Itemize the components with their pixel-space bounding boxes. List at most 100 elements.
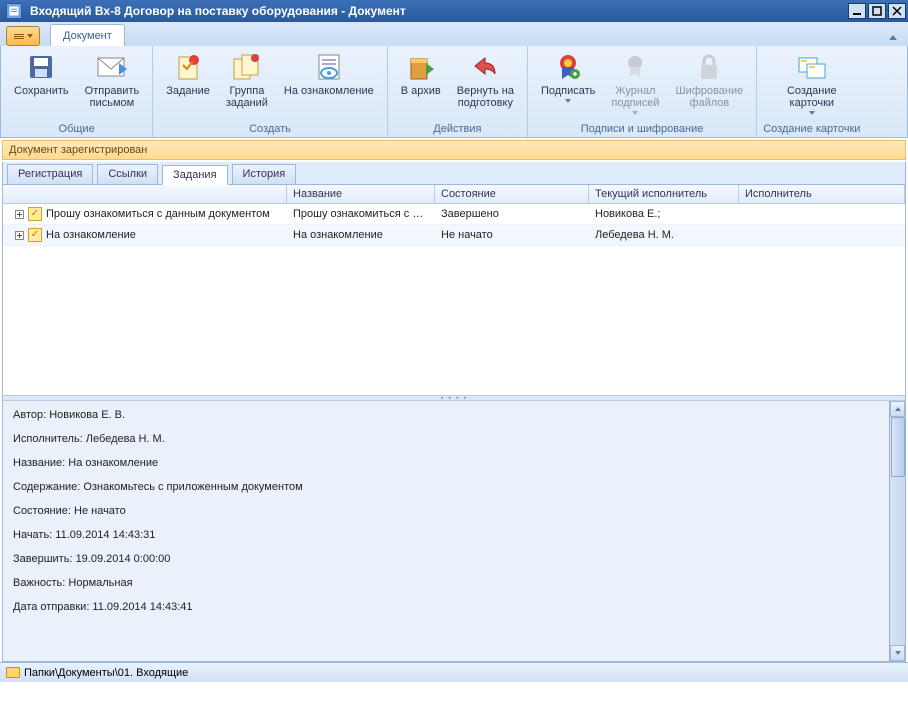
send-mail-label-1: Отправить	[85, 85, 140, 97]
ribbon-group-card: Созданиекарточки Создание карточки	[757, 46, 866, 137]
task-group-label-2: заданий	[226, 97, 268, 109]
detail-content: Содержание: Ознакомьтесь с приложенным д…	[13, 481, 895, 493]
main-area: Название Состояние Текущий исполнитель И…	[2, 185, 906, 662]
save-icon	[25, 51, 57, 83]
grid-header-exec[interactable]: Исполнитель	[739, 185, 905, 203]
row-state: Не начато	[435, 226, 589, 244]
app-menu-button[interactable]	[6, 26, 40, 46]
tab-history[interactable]: История	[232, 164, 297, 184]
archive-label: В архив	[401, 85, 441, 97]
group-label-actions: Действия	[433, 121, 481, 137]
ribbon-tab-document[interactable]: Документ	[50, 24, 125, 46]
expand-toggle[interactable]	[15, 231, 24, 240]
encrypt-label-2: файлов	[689, 97, 729, 109]
task-group-button[interactable]: Группазаданий	[219, 48, 275, 112]
menu-icon	[14, 34, 24, 39]
ribbon: Сохранить Отправитьписьмом Общие Задание…	[0, 46, 908, 138]
encrypt-icon	[693, 51, 725, 83]
create-card-button[interactable]: Созданиекарточки	[780, 48, 844, 118]
sign-label: Подписать	[541, 85, 595, 97]
save-label: Сохранить	[14, 85, 69, 97]
chevron-down-icon	[27, 34, 33, 38]
task-icon	[172, 51, 204, 83]
scroll-up-button[interactable]	[890, 401, 905, 417]
review-button[interactable]: На ознакомление	[277, 48, 381, 100]
task-button[interactable]: Задание	[159, 48, 217, 100]
app-icon	[6, 3, 22, 19]
detail-state: Состояние: Не начато	[13, 505, 895, 517]
detail-panel: Автор: Новикова Е. В. Исполнитель: Лебед…	[3, 401, 905, 661]
row-exec	[739, 232, 905, 238]
task-row-icon: ✓	[28, 228, 42, 242]
group-label-card: Создание карточки	[763, 121, 860, 137]
row-name: На ознакомление	[287, 226, 435, 244]
tab-links[interactable]: Ссылки	[97, 164, 158, 184]
archive-icon	[405, 51, 437, 83]
chevron-down-icon	[809, 111, 815, 115]
task-group-label-1: Группа	[229, 85, 264, 97]
task-row-icon: ✓	[28, 207, 42, 221]
task-label: Задание	[166, 85, 210, 97]
save-button[interactable]: Сохранить	[7, 48, 76, 100]
create-card-label-2: карточки	[790, 97, 835, 109]
chevron-down-icon	[565, 99, 571, 103]
group-label-create: Создать	[249, 121, 291, 137]
detail-finish: Завершить: 19.09.2014 0:00:00	[13, 553, 895, 565]
row-name: Прошу ознакомиться с да...	[287, 205, 435, 223]
minimize-button[interactable]	[848, 3, 866, 19]
archive-button[interactable]: В архив	[394, 48, 448, 100]
tab-registration[interactable]: Регистрация	[7, 164, 93, 184]
chevron-up-icon	[889, 35, 897, 40]
detail-importance: Важность: Нормальная	[13, 577, 895, 589]
group-label-common: Общие	[59, 121, 95, 137]
journal-label-1: Журнал	[615, 85, 655, 97]
scrollbar[interactable]	[889, 401, 905, 661]
grid-header-state[interactable]: Состояние	[435, 185, 589, 203]
return-label-2: подготовку	[458, 97, 513, 109]
sign-button[interactable]: Подписать	[534, 48, 602, 106]
detail-executor: Исполнитель: Лебедева Н. М.	[13, 433, 895, 445]
ribbon-group-common: Сохранить Отправитьписьмом Общие	[1, 46, 153, 137]
grid-header-blank[interactable]	[3, 185, 287, 203]
folder-icon	[6, 667, 20, 678]
detail-sent: Дата отправки: 11.09.2014 14:43:41	[13, 601, 895, 613]
tasks-grid[interactable]: Название Состояние Текущий исполнитель И…	[3, 185, 905, 395]
table-row[interactable]: ✓ На ознакомление На ознакомление Не нач…	[3, 225, 905, 246]
row-title: Прошу ознакомиться с данным документом	[46, 208, 270, 220]
window-title: Входящий Вх-8 Договор на поставку оборуд…	[26, 4, 846, 18]
row-exec	[739, 211, 905, 217]
status-text: Документ зарегистрирован	[9, 144, 147, 156]
close-button[interactable]	[888, 3, 906, 19]
detail-name: Название: На ознакомление	[13, 457, 895, 469]
title-bar: Входящий Вх-8 Договор на поставку оборуд…	[0, 0, 908, 22]
row-current: Лебедева Н. М.	[589, 226, 739, 244]
status-strip: Документ зарегистрирован	[2, 140, 906, 160]
tab-tasks[interactable]: Задания	[162, 165, 227, 185]
detail-start: Начать: 11.09.2014 14:43:31	[13, 529, 895, 541]
ribbon-collapse-button[interactable]	[884, 28, 902, 46]
footer-path: Папки\Документы\01. Входящие	[24, 667, 188, 679]
encrypt-button: Шифрованиефайлов	[669, 48, 751, 112]
scroll-thumb[interactable]	[891, 417, 905, 477]
expand-toggle[interactable]	[15, 210, 24, 219]
scroll-down-button[interactable]	[890, 645, 905, 661]
table-row[interactable]: ✓ Прошу ознакомиться с данным документом…	[3, 204, 905, 225]
row-current: Новикова Е.;	[589, 205, 739, 223]
grid-header: Название Состояние Текущий исполнитель И…	[3, 185, 905, 204]
review-icon	[313, 51, 345, 83]
group-label-sign: Подписи и шифрование	[581, 121, 704, 137]
send-mail-button[interactable]: Отправитьписьмом	[78, 48, 147, 112]
quick-access-row: Документ	[0, 22, 908, 46]
journal-label-2: подписей	[611, 97, 659, 109]
journal-button: Журналподписей	[604, 48, 666, 118]
return-button[interactable]: Вернуть наподготовку	[450, 48, 521, 112]
create-card-icon	[796, 51, 828, 83]
ribbon-group-sign: Подписать Журналподписей Шифрованиефайло…	[528, 46, 757, 137]
row-title: На ознакомление	[46, 229, 136, 241]
card-tabs: Регистрация Ссылки Задания История	[2, 162, 906, 185]
grid-header-current[interactable]: Текущий исполнитель	[589, 185, 739, 203]
status-bar: Папки\Документы\01. Входящие	[0, 662, 908, 682]
grid-header-name[interactable]: Название	[287, 185, 435, 203]
maximize-button[interactable]	[868, 3, 886, 19]
return-icon	[469, 51, 501, 83]
